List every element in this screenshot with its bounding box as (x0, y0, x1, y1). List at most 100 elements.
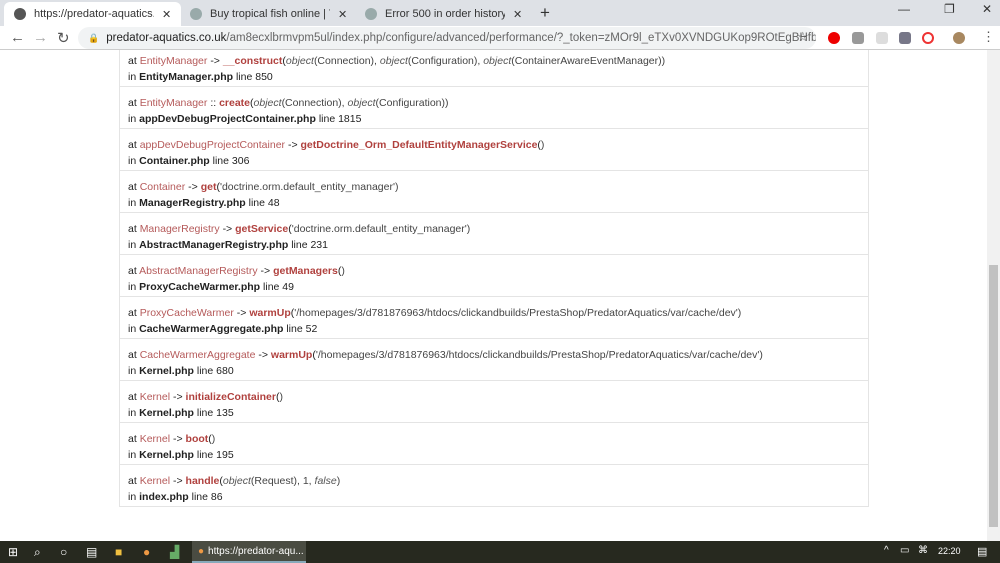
back-button[interactable]: ← (10, 29, 25, 46)
argument: object (483, 55, 512, 67)
in-label: in (128, 71, 137, 83)
in-label: in (128, 323, 137, 335)
frame-call: at appDevDebugProjectContainer -> getDoc… (128, 139, 545, 151)
trace-frame: at ProxyCacheWarmer -> warmUp('/homepage… (120, 296, 868, 338)
minimize-button[interactable]: — (898, 2, 910, 16)
file-name: index.php (139, 491, 189, 503)
forward-button[interactable]: → (33, 29, 48, 46)
reload-button[interactable]: ↻ (57, 29, 70, 47)
argument: '/homepages/3/d781876963/htdocs/clickand… (315, 349, 763, 361)
argument: object (379, 55, 408, 67)
at-label: at (128, 391, 137, 403)
tab-predator[interactable]: https://predator-aquatics.co.uk/a✕ (4, 2, 182, 26)
trace-frame: at ManagerRegistry -> getService('doctri… (120, 212, 868, 254)
at-label: at (128, 433, 137, 445)
argument: 'doctrine.orm.default_entity_manager') (219, 181, 399, 193)
network-icon[interactable]: ⌘ (918, 545, 928, 556)
clock[interactable]: 22:20 (938, 546, 961, 556)
argument: ) (540, 139, 545, 151)
method-name: handle (185, 475, 220, 487)
frame-location: in Kernel.php line 195 (128, 447, 860, 463)
file-name: EntityManager.php (139, 71, 234, 83)
taskbar: ⊞ ⌕ ○ ▤ ■ ● ▟ ● https://predator-aqu... ^… (0, 541, 1000, 563)
at-label: at (128, 223, 137, 235)
chrome-icon[interactable]: ● (143, 545, 150, 559)
target-extension-icon[interactable] (922, 32, 934, 44)
file-explorer-icon[interactable]: ■ (115, 545, 122, 559)
call-type: -> (172, 433, 183, 445)
argument: false (314, 475, 337, 487)
at-label: at (128, 475, 137, 487)
method-name: create (219, 97, 251, 109)
frame-call: at ManagerRegistry -> getService('doctri… (128, 223, 471, 235)
close-tab-icon[interactable]: ✕ (162, 8, 171, 21)
battery-icon[interactable]: ▭ (900, 545, 909, 556)
tab-tropical[interactable]: Buy tropical fish online | Tropical✕ (180, 2, 357, 26)
extension-icon[interactable] (852, 32, 864, 44)
file-name: Kernel.php (139, 449, 194, 461)
in-label: in (128, 155, 137, 167)
file-name: appDevDebugProjectContainer.php (139, 113, 316, 125)
chrome-icon: ● (198, 545, 205, 557)
class-name: Kernel (139, 433, 171, 445)
search-icon[interactable]: ⌕ (34, 545, 41, 560)
menu-icon[interactable]: ⋮ (982, 29, 995, 45)
lock-icon: 🔒 (88, 32, 100, 43)
file-name: CacheWarmerAggregate.php (139, 323, 284, 335)
argument: object (285, 55, 314, 67)
scrollbar[interactable] (987, 50, 1000, 541)
taskbar-chrome-window[interactable]: ● https://predator-aqu... (192, 541, 306, 563)
line-number: line 86 (191, 491, 223, 503)
close-tab-icon[interactable]: ✕ (513, 8, 522, 21)
call-type: -> (172, 391, 183, 403)
notifications-icon[interactable]: ▤ (977, 545, 987, 558)
in-label: in (128, 449, 137, 461)
tab-strip: https://predator-aquatics.co.uk/a✕ Buy t… (0, 0, 1000, 26)
frame-location: in Container.php line 306 (128, 153, 860, 169)
in-label: in (128, 239, 137, 251)
frame-location: in CacheWarmerAggregate.php line 52 (128, 321, 860, 337)
address-bar[interactable]: 🔒 predator-aquatics.co.uk/am8ecxlbrmvpm5… (78, 27, 816, 49)
close-window-button[interactable]: ✕ (982, 2, 992, 16)
method-name: boot (185, 433, 209, 445)
line-number: line 49 (263, 281, 294, 293)
method-name: initializeContainer (185, 391, 276, 403)
frame-call: at EntityManager -> __construct(object(C… (128, 55, 666, 67)
frame-call: at ProxyCacheWarmer -> warmUp('/homepage… (128, 307, 742, 319)
call-type: -> (172, 475, 183, 487)
at-label: at (128, 97, 137, 109)
cortana-icon[interactable]: ○ (60, 545, 67, 559)
trace-frame: at Kernel -> boot() in Kernel.php line 19… (120, 422, 868, 464)
line-number: line 135 (196, 407, 234, 419)
show-hidden-icons[interactable]: ^ (884, 545, 889, 556)
call-type: -> (287, 139, 298, 151)
class-name: Kernel (139, 475, 171, 487)
stack-trace: at EntityManager -> __construct(object(C… (119, 50, 869, 507)
in-label: in (128, 491, 137, 503)
at-label: at (128, 265, 137, 277)
argument: '/homepages/3/d781876963/htdocs/clickand… (294, 307, 742, 319)
bookmark-star-icon[interactable]: ☆ (797, 29, 809, 45)
extension-icon[interactable] (876, 32, 888, 44)
argument: object (347, 97, 376, 109)
argument: object (253, 97, 282, 109)
maximize-button[interactable]: ❐ (944, 2, 955, 16)
call-type: -> (210, 55, 220, 67)
new-tab-button[interactable]: + (540, 3, 550, 23)
windows-start-icon[interactable]: ⊞ (8, 545, 18, 559)
method-name: getManagers (273, 265, 338, 277)
at-label: at (128, 349, 137, 361)
close-tab-icon[interactable]: ✕ (338, 8, 347, 21)
app-icon[interactable]: ▟ (170, 545, 179, 559)
profile-avatar[interactable] (953, 32, 965, 44)
in-label: in (128, 281, 137, 293)
opera-extension-icon[interactable] (828, 32, 840, 44)
method-name: warmUp (249, 307, 291, 319)
tab-error-500[interactable]: Error 500 in order history - 1.7.2.x✕ (355, 2, 532, 26)
in-label: in (128, 407, 137, 419)
scrollbar-thumb[interactable] (989, 265, 998, 527)
bug-extension-icon[interactable] (899, 32, 911, 44)
line-number: line 231 (291, 239, 328, 251)
task-view-icon[interactable]: ▤ (86, 545, 97, 559)
class-name: EntityManager (139, 97, 208, 109)
